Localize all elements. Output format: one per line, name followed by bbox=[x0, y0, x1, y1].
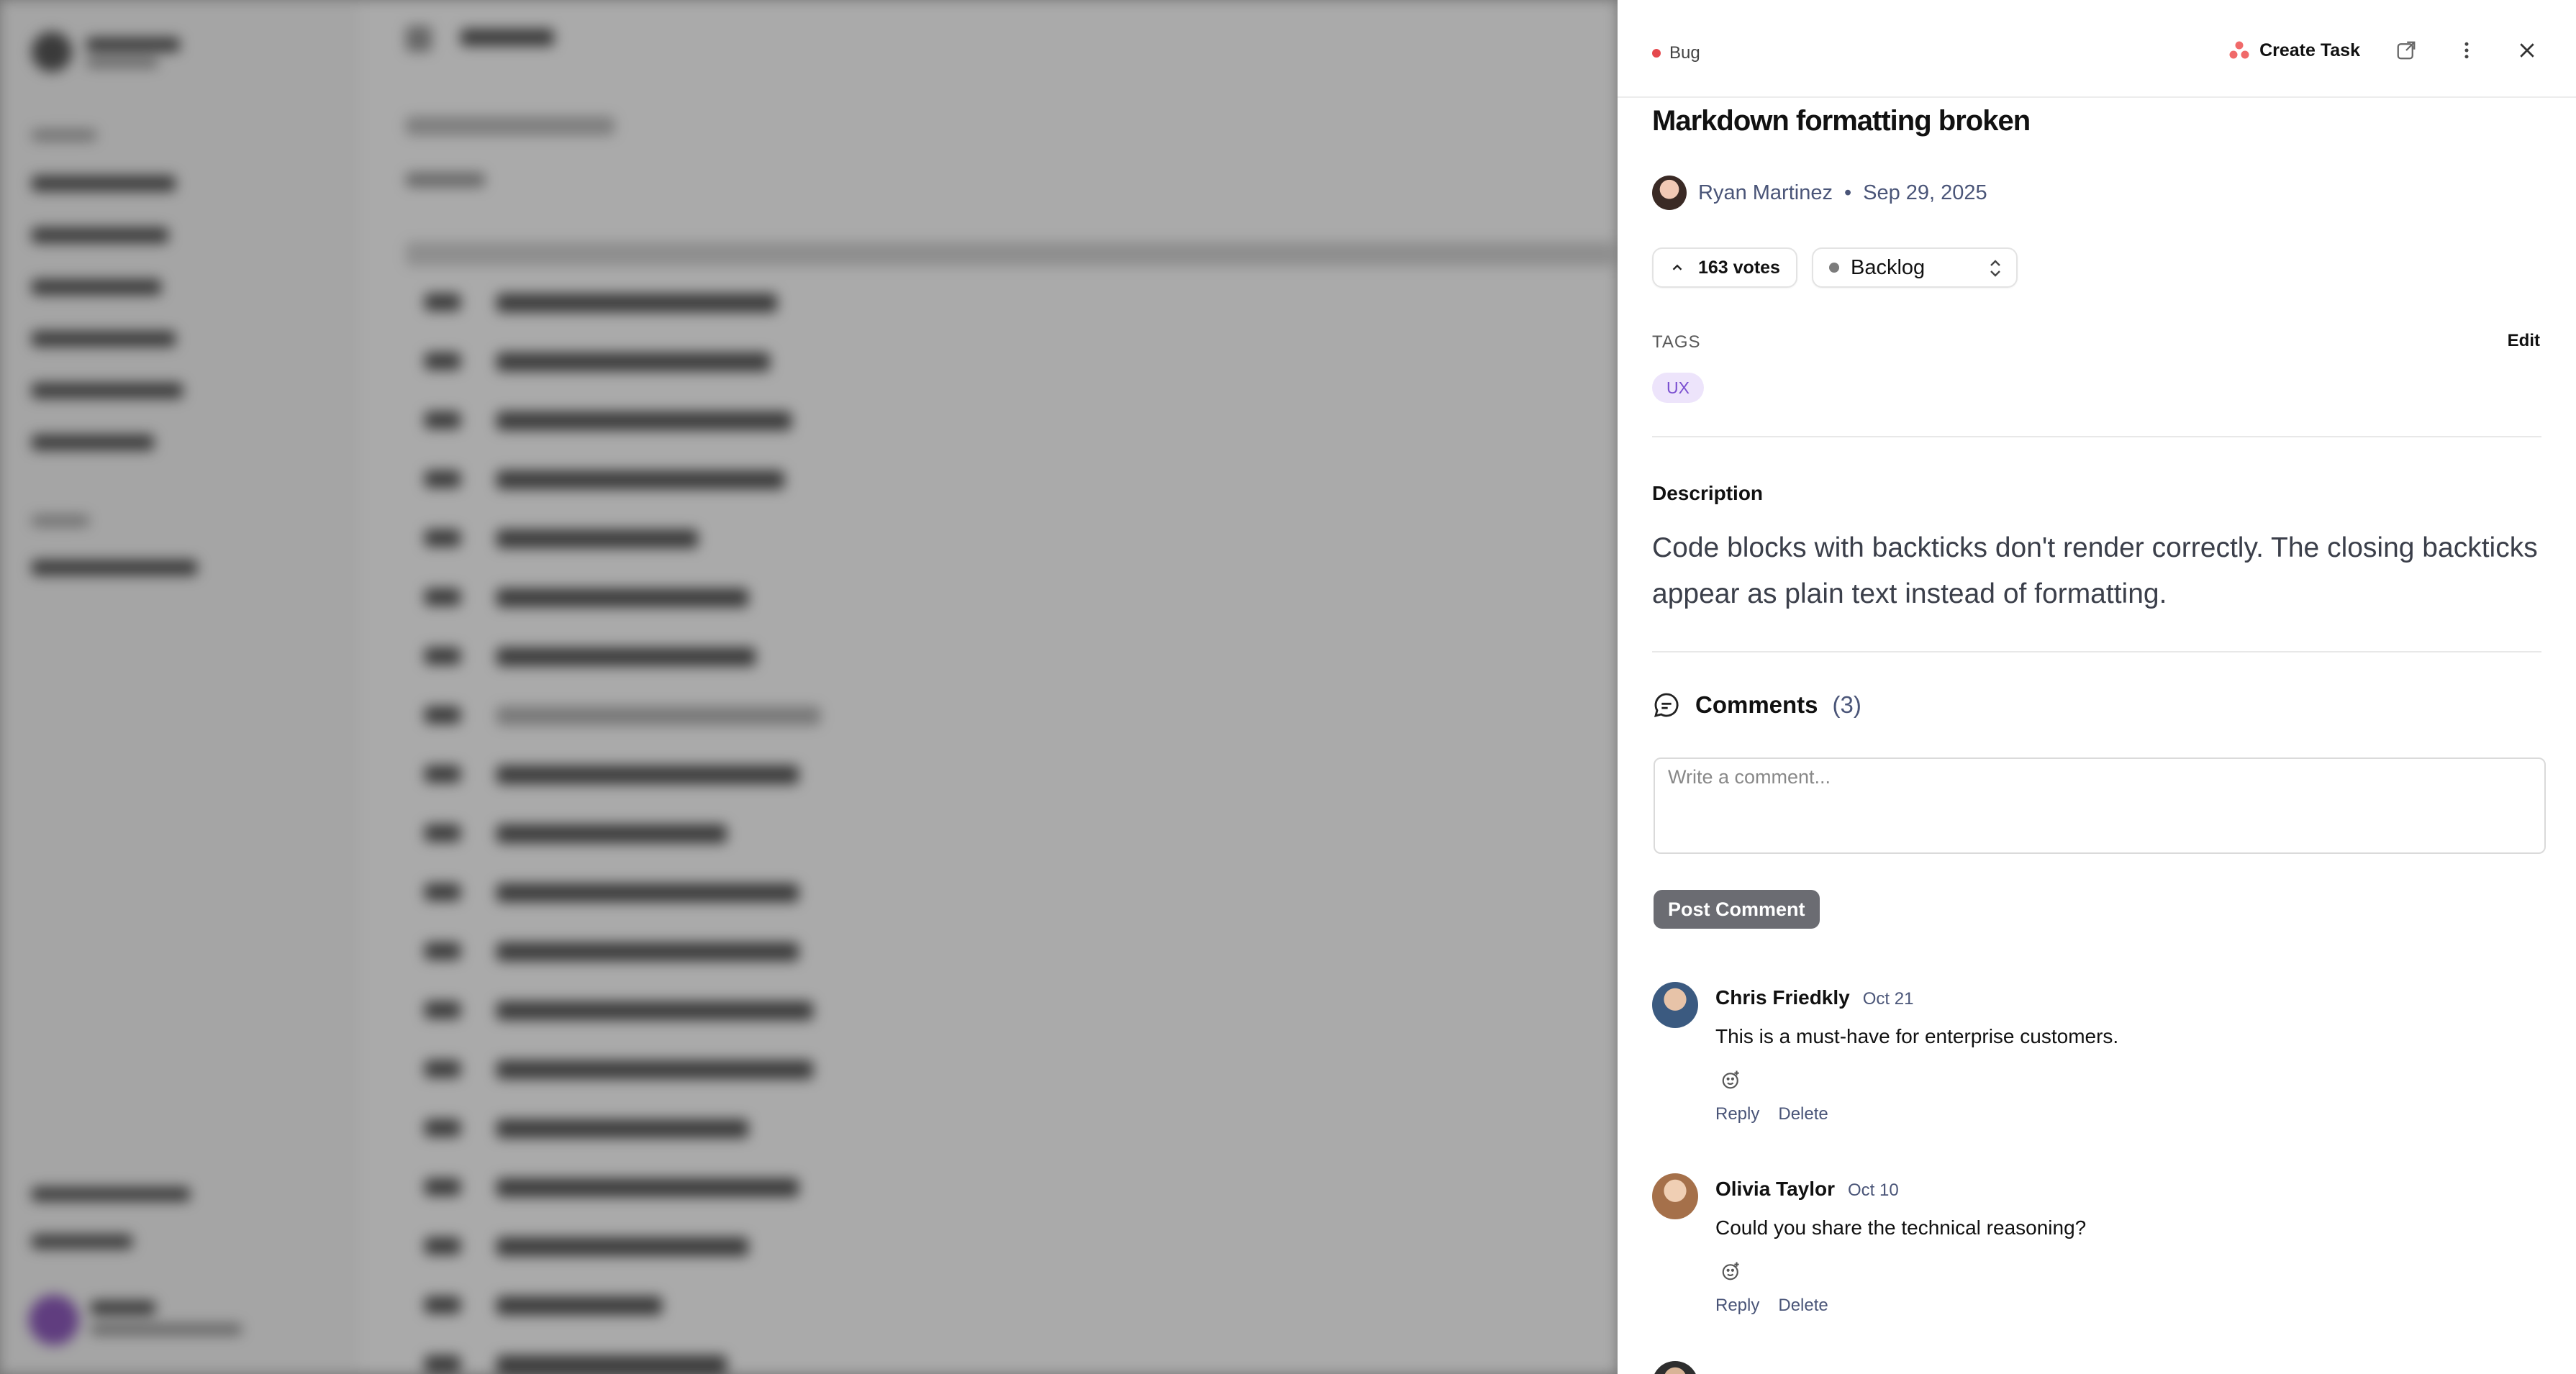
commenter-header: Chris Friedkly Oct 21 bbox=[1715, 986, 1913, 1009]
modal-overlay[interactable] bbox=[0, 0, 1618, 1374]
chevron-up-icon bbox=[1672, 264, 1682, 270]
commenter-header: Olivia Taylor Oct 10 bbox=[1715, 1178, 1899, 1201]
close-button[interactable] bbox=[2513, 36, 2541, 65]
comments-heading: Comments (3) bbox=[1652, 691, 1861, 719]
comment-actions: Reply Delete bbox=[1715, 1104, 1828, 1124]
divider bbox=[1652, 651, 2541, 652]
author-avatar bbox=[1652, 176, 1687, 210]
created-date: Sep 29, 2025 bbox=[1863, 181, 1987, 204]
commenter-avatar bbox=[1652, 1361, 1698, 1374]
bug-dot-icon bbox=[1652, 49, 1661, 58]
drawer-header: Bug Create Task bbox=[1618, 0, 2576, 98]
edit-tags-button[interactable]: Edit bbox=[2508, 331, 2540, 351]
open-external-icon bbox=[2397, 41, 2416, 60]
comment-date: Oct 21 bbox=[1862, 989, 1914, 1009]
create-task-button[interactable]: Create Task bbox=[2229, 40, 2360, 61]
create-task-label: Create Task bbox=[2259, 40, 2360, 60]
comments-label: Comments bbox=[1695, 691, 1818, 718]
drawer-actions: Create Task bbox=[2229, 36, 2541, 65]
status-select[interactable]: Backlog bbox=[1812, 247, 2018, 288]
chevron-updown-icon bbox=[1990, 260, 2000, 277]
delete-button[interactable]: Delete bbox=[1778, 1104, 1828, 1124]
comment-icon bbox=[1654, 693, 1679, 717]
tags-heading: TAGS bbox=[1652, 332, 1701, 352]
upvote-button[interactable]: 163 votes bbox=[1652, 247, 1797, 288]
status-dot-icon bbox=[1829, 263, 1839, 273]
add-reaction-icon bbox=[1722, 1262, 1739, 1280]
comment-date: Oct 10 bbox=[1848, 1180, 1899, 1200]
commenter-avatar bbox=[1652, 982, 1698, 1028]
post-comment-button[interactable]: Post Comment bbox=[1654, 890, 1820, 929]
more-options-button[interactable] bbox=[2452, 36, 2481, 65]
commenter-name: Chris Friedkly bbox=[1715, 986, 1850, 1009]
comments-count: (3) bbox=[1832, 691, 1861, 718]
close-icon bbox=[2520, 43, 2534, 58]
comment-actions: Reply Delete bbox=[1715, 1296, 1828, 1316]
delete-button[interactable]: Delete bbox=[1778, 1296, 1828, 1316]
comment-text: Could you share the technical reasoning? bbox=[1715, 1216, 2087, 1239]
type-label: Bug bbox=[1669, 43, 1700, 63]
add-reaction-button[interactable] bbox=[1715, 1255, 1747, 1287]
add-reaction-button[interactable] bbox=[1715, 1064, 1747, 1096]
commenter-avatar bbox=[1652, 1173, 1698, 1219]
reply-button[interactable]: Reply bbox=[1715, 1104, 1759, 1124]
feedback-meta: Ryan Martinez • Sep 29, 2025 bbox=[1652, 176, 1987, 210]
description-text: Code blocks with backticks don't render … bbox=[1652, 532, 2538, 609]
feedback-title: Markdown formatting broken bbox=[1652, 105, 2031, 137]
add-reaction-icon bbox=[1722, 1070, 1739, 1089]
meta-separator: • bbox=[1843, 181, 1852, 204]
create-task-icon bbox=[2229, 41, 2249, 59]
more-vertical-icon bbox=[2464, 42, 2469, 59]
feedback-detail-drawer: Bug Create Task Markdown formatting brok… bbox=[1618, 0, 2576, 1374]
votes-count: 163 votes bbox=[1698, 257, 1780, 278]
commenter-name: Olivia Taylor bbox=[1715, 1178, 1835, 1200]
comment-text: This is a must-have for enterprise custo… bbox=[1715, 1025, 2119, 1047]
comment-input[interactable]: Write a comment... bbox=[1654, 757, 2546, 854]
open-external-button[interactable] bbox=[2392, 36, 2421, 65]
type-badge: Bug bbox=[1652, 43, 1700, 63]
description-heading: Description bbox=[1652, 482, 1764, 504]
divider bbox=[1652, 436, 2541, 437]
status-value: Backlog bbox=[1851, 255, 1926, 279]
author-name[interactable]: Ryan Martinez bbox=[1698, 181, 1833, 205]
tag-chip[interactable]: UX bbox=[1652, 373, 1704, 403]
reply-button[interactable]: Reply bbox=[1715, 1296, 1759, 1316]
